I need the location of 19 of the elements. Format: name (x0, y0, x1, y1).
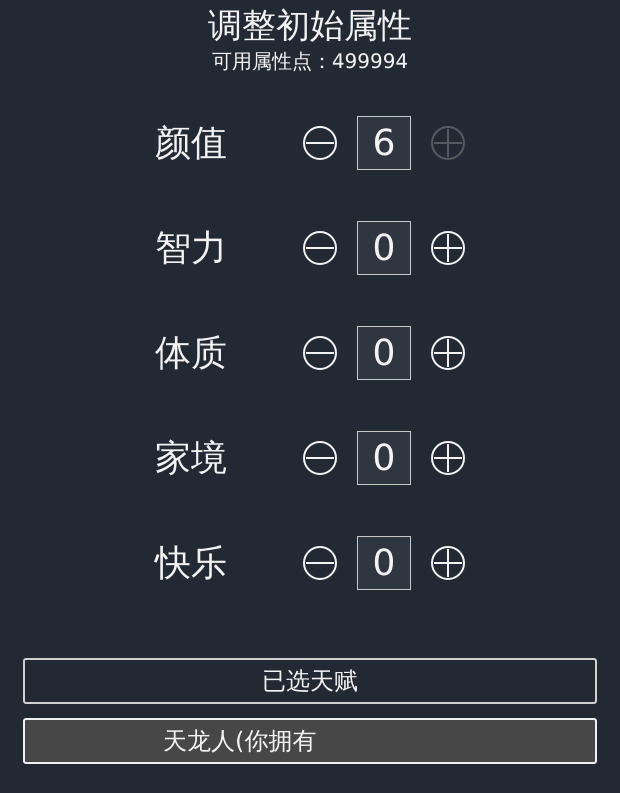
talent-button[interactable]: 天龙人(你拥有 (23, 718, 597, 764)
attribute-label: 家境 (155, 436, 228, 480)
minus-icon[interactable] (302, 125, 338, 161)
value-field: 0 (357, 431, 411, 485)
attribute-label: 智力 (155, 226, 228, 270)
attribute-label: 快乐 (155, 542, 228, 586)
available-points: 可用属性点：499994 (212, 48, 408, 74)
value-field: 0 (357, 536, 411, 590)
minus-icon[interactable] (302, 230, 338, 266)
talent-button[interactable]: 已选天赋 (23, 658, 597, 704)
minus-icon[interactable] (302, 335, 338, 371)
value-field: 6 (357, 116, 411, 170)
value-field: 0 (357, 221, 411, 275)
minus-icon[interactable] (302, 440, 338, 476)
attribute-label: 体质 (155, 332, 228, 376)
minus-icon[interactable] (302, 545, 338, 581)
attribute-label: 颜值 (155, 122, 228, 166)
page-title: 调整初始属性 (208, 5, 412, 48)
value-field: 0 (357, 326, 411, 380)
